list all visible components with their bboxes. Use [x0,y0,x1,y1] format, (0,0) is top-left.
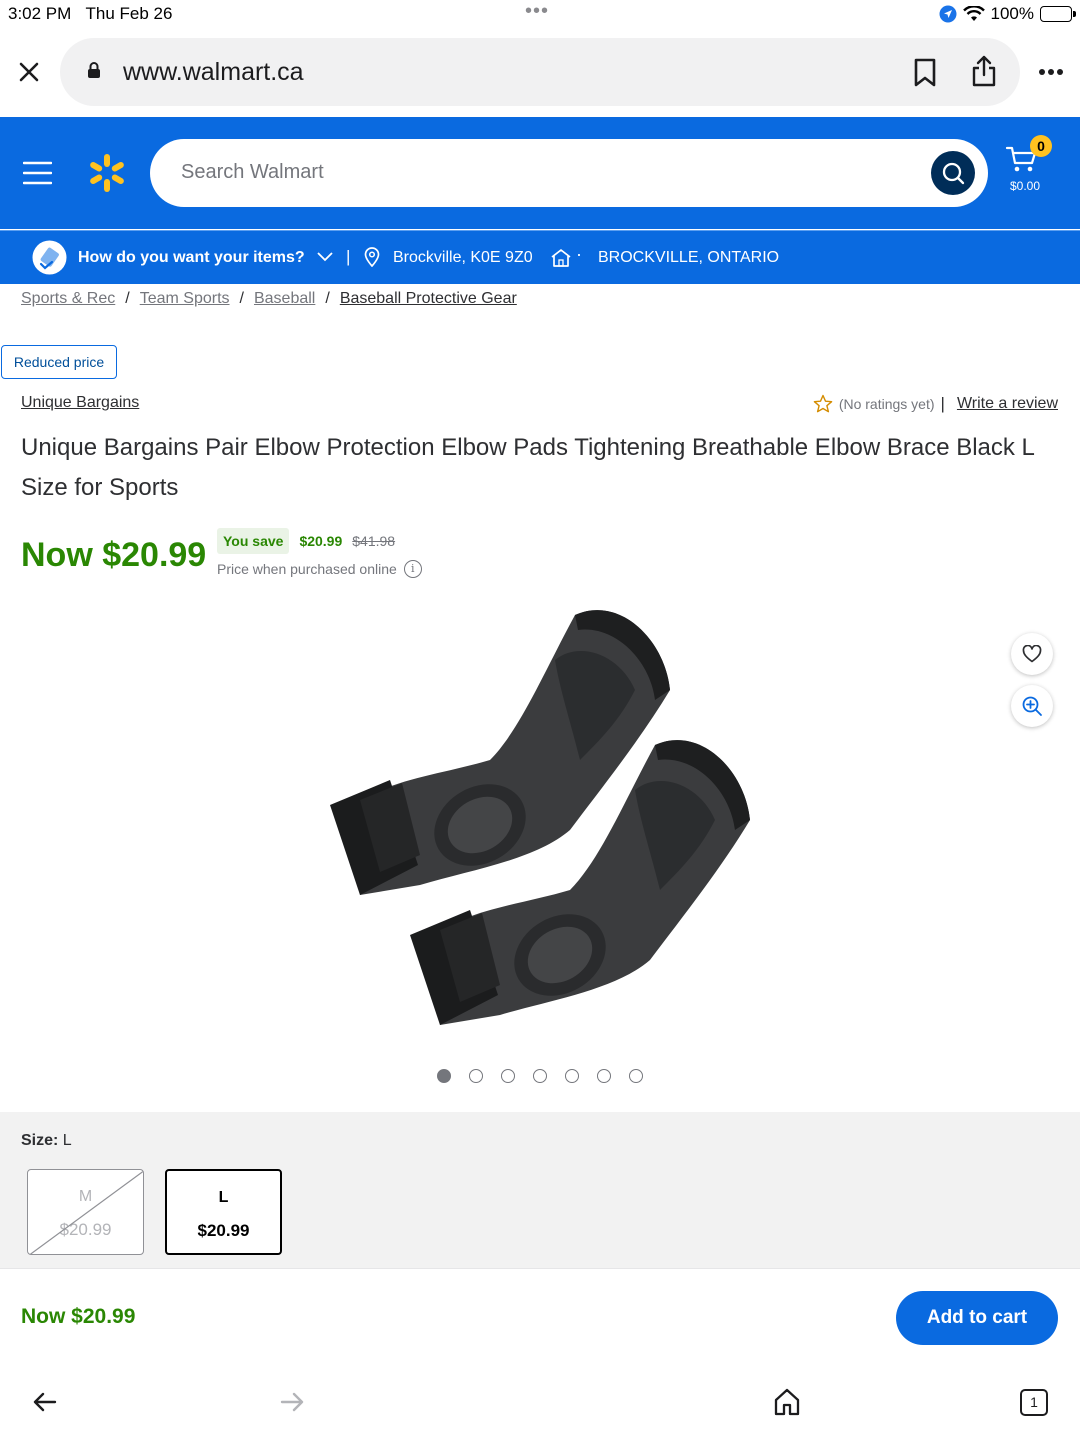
breadcrumb-team-sports[interactable]: Team Sports [140,290,230,307]
price-note: Price when purchased online i [217,560,422,578]
delivery-options-icon [32,240,67,275]
current-price: Now $20.99 [21,536,207,574]
browser-bottom-toolbar: 1 [0,1368,1080,1440]
size-option-m[interactable]: M $20.99 [27,1169,144,1255]
breadcrumb: Sports & Rec / Team Sports / Baseball / Baseba… [21,290,517,308]
star-icon [813,394,833,413]
status-bar: 3:02 PM Thu Feb 26 ••• 100% [0,0,1080,30]
breadcrumb-sports-rec[interactable]: Sports & Rec [21,290,115,307]
ratings-summary: (No ratings yet) | Write a review [813,394,1058,414]
close-icon[interactable] [19,62,39,82]
sticky-price: Now $20.99 [21,1305,136,1328]
back-arrow-icon[interactable] [33,1392,57,1412]
search-input[interactable]: Search Walmart [181,161,324,184]
store-location[interactable]: BROCKVILLE, ONTARIO [598,249,779,267]
write-review-link[interactable]: Write a review [957,395,1058,413]
divider: | [940,394,945,413]
home-icon[interactable] [774,1388,800,1416]
heart-icon [1022,645,1042,663]
selected-size: L [62,1132,72,1149]
zoom-in-icon [1022,696,1042,716]
wifi-icon [962,6,985,21]
savings-row: You save $20.99 $41.98 [217,527,395,555]
favorite-button[interactable] [1011,633,1053,675]
hamburger-menu-icon[interactable] [23,161,52,185]
info-icon[interactable]: i [403,560,422,578]
multitask-dots-icon[interactable]: ••• [525,0,549,23]
breadcrumb-baseball[interactable]: Baseball [254,290,315,307]
add-to-cart-bar: Now $20.99 Add to cart [0,1268,1080,1368]
search-bar[interactable]: Search Walmart [150,139,988,207]
price-note-text: Price when purchased online [217,561,397,577]
delivery-location[interactable]: Brockville, K0E 9Z0 [393,249,533,267]
zoom-button[interactable] [1011,685,1053,727]
browser-toolbar: www.walmart.ca [0,30,1080,117]
status-time: 3:02 PM Thu Feb 26 [8,4,173,23]
battery-percent: 100% [990,4,1034,23]
product-image[interactable] [320,600,760,1030]
tabs-button[interactable]: 1 [1020,1389,1048,1416]
cart-total: $0.00 [1010,179,1041,193]
address-bar[interactable]: www.walmart.ca [60,38,1020,106]
site-header: Search Walmart 0 $0.00 [0,117,1080,229]
carousel-dot-4[interactable] [533,1069,547,1083]
breadcrumb-separator: / [125,290,130,307]
location-arrow-icon [939,5,957,23]
unavailable-strike [29,1170,143,1254]
fulfillment-question[interactable]: How do you want your items? [78,249,305,267]
walmart-spark-logo[interactable] [88,153,126,193]
carousel-dot-2[interactable] [469,1069,483,1083]
chevron-down-icon[interactable] [317,252,333,262]
add-to-cart-button[interactable]: Add to cart [896,1291,1058,1345]
product-title: Unique Bargains Pair Elbow Protection El… [21,434,1035,501]
size-selector: Size: L M $20.99 L $20.99 [0,1112,1080,1268]
size-label: Size: L [21,1132,72,1149]
you-save-label: You save [217,528,290,554]
ratings-text: (No ratings yet) [838,396,935,412]
share-icon[interactable] [971,55,997,87]
bookmark-icon[interactable] [913,58,937,88]
reduced-price-badge: Reduced price [1,345,117,379]
carousel-dot-5[interactable] [565,1069,579,1083]
more-options-icon[interactable] [1038,68,1064,76]
size-option-label: L [218,1189,229,1206]
carousel-dot-3[interactable] [501,1069,515,1083]
carousel-dot-1[interactable] [437,1069,451,1083]
breadcrumb-separator: / [325,290,330,307]
url-text: www.walmart.ca [123,58,304,86]
size-option-price: $20.99 [197,1221,250,1240]
you-save-amount: $20.99 [299,533,343,549]
brand-link[interactable]: Unique Bargains [21,394,139,412]
cart-button[interactable]: 0 $0.00 [1005,135,1065,207]
search-button[interactable] [931,151,975,195]
breadcrumb-baseball-protective-gear[interactable]: Baseball Protective Gear [340,290,517,307]
size-option-l[interactable]: L $20.99 [165,1169,282,1255]
store-icon [551,249,571,267]
forward-arrow-icon[interactable] [280,1392,304,1412]
location-pin-icon [364,247,380,267]
was-price: $41.98 [352,533,396,549]
cart-count-badge: 0 [1030,135,1052,157]
battery-icon [1040,6,1076,22]
breadcrumb-separator: / [239,290,244,307]
carousel-dot-7[interactable] [629,1069,643,1083]
image-carousel-dots [437,1069,643,1083]
lock-icon [88,62,100,78]
bullet-separator: · [576,244,582,264]
status-indicators: 100% [939,4,1076,24]
fulfillment-bar[interactable]: How do you want your items? | Brockville… [0,230,1080,284]
carousel-dot-6[interactable] [597,1069,611,1083]
search-icon [942,162,965,185]
divider: | [346,247,351,266]
